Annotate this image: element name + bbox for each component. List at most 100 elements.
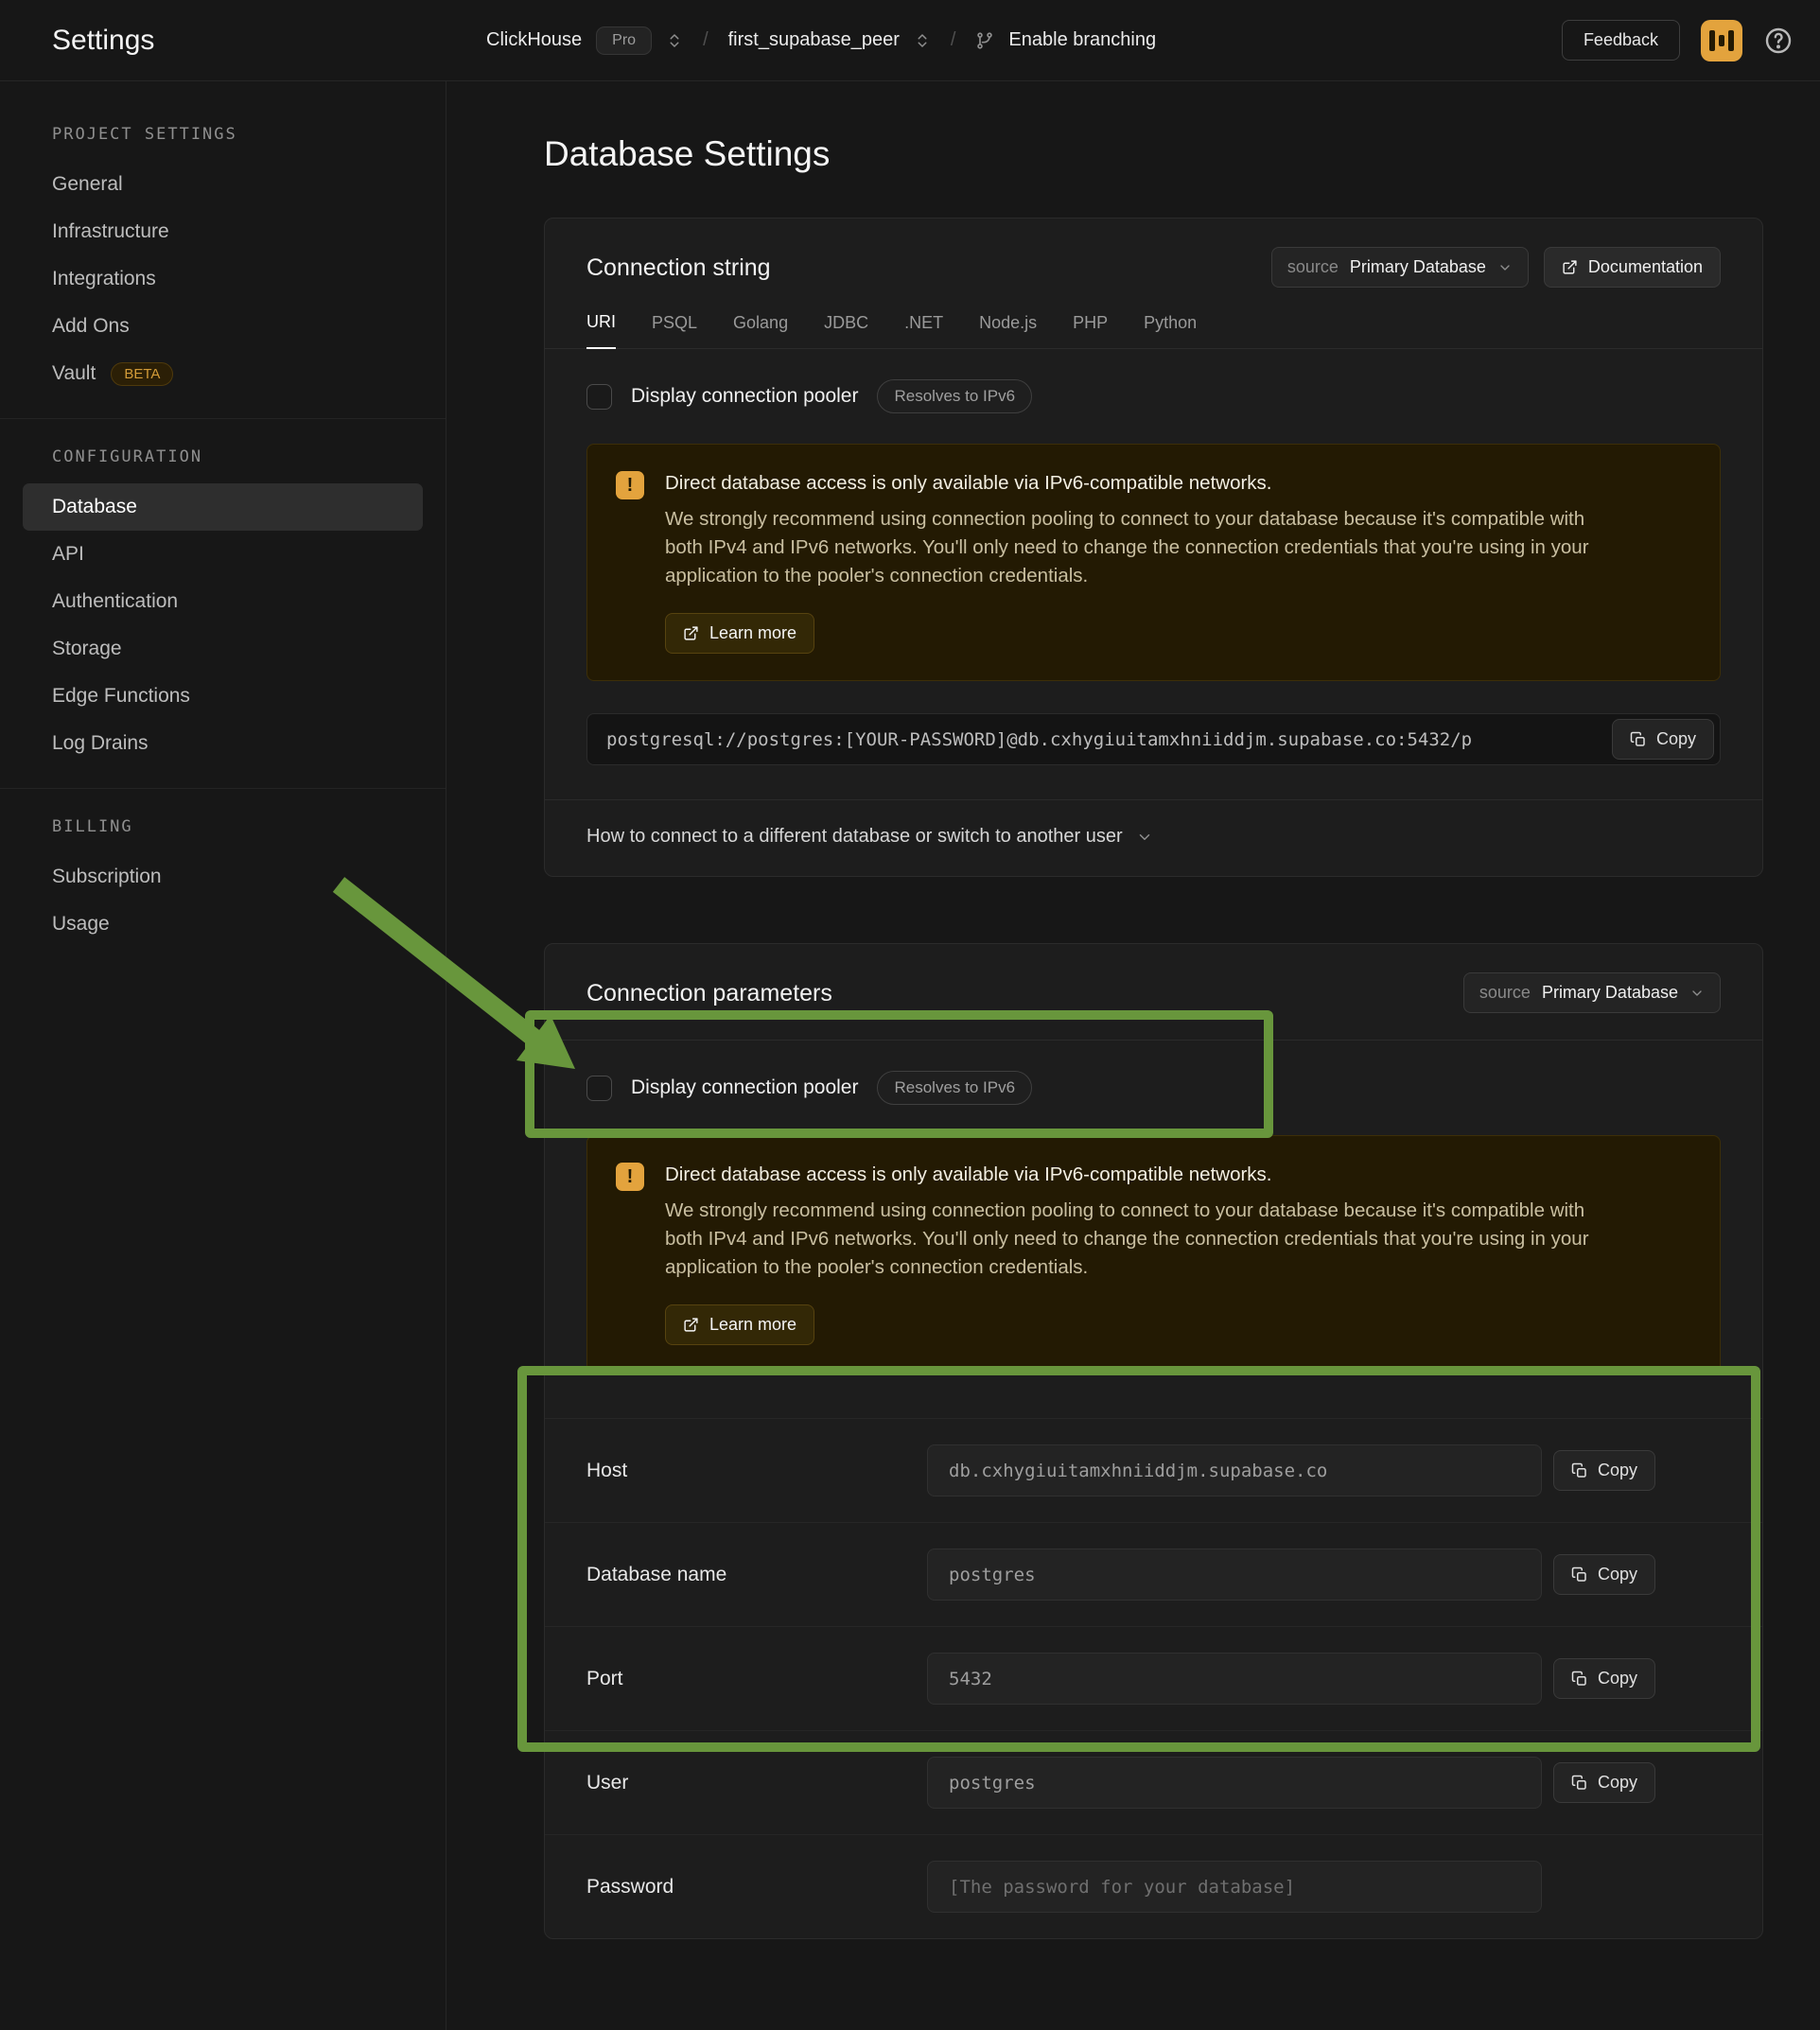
breadcrumb-separator: / — [697, 29, 714, 51]
copy-port-button[interactable]: Copy — [1553, 1658, 1655, 1699]
copy-uri-button[interactable]: Copy — [1612, 719, 1714, 760]
settings-sidebar: PROJECT SETTINGS General Infrastructure … — [0, 81, 446, 2030]
ipv6-notice: ! Direct database access is only availab… — [586, 444, 1721, 681]
page-header-title: Settings — [0, 25, 446, 57]
pooler-checkbox-label: Display connection pooler — [631, 385, 858, 408]
tab-psql[interactable]: PSQL — [652, 312, 697, 348]
copy-icon — [1571, 1775, 1588, 1792]
top-bar: Settings ClickHouse Pro / first_supabase… — [0, 0, 1820, 81]
external-link-icon — [683, 625, 699, 641]
sidebar-item-usage[interactable]: Usage — [23, 901, 423, 948]
user-label: User — [586, 1772, 927, 1794]
chevrons-up-down-icon[interactable] — [914, 32, 931, 49]
sidebar-item-add-ons[interactable]: Add Ons — [23, 303, 423, 350]
source-select[interactable]: source Primary Database — [1271, 247, 1529, 288]
pooler-checkbox-label: Display connection pooler — [631, 1076, 858, 1099]
sidebar-divider — [0, 418, 446, 419]
database-name-label: Database name — [586, 1564, 927, 1586]
sidebar-item-integrations[interactable]: Integrations — [23, 255, 423, 303]
display-connection-pooler-checkbox[interactable] — [586, 1076, 612, 1101]
tab-jdbc[interactable]: JDBC — [824, 312, 868, 348]
tab-dotnet[interactable]: .NET — [904, 312, 943, 348]
external-link-icon — [683, 1317, 699, 1333]
sidebar-item-edge-functions[interactable]: Edge Functions — [23, 673, 423, 720]
notice-body: We strongly recommend using connection p… — [665, 1197, 1611, 1282]
connection-help-expander[interactable]: How to connect to a different database o… — [545, 799, 1762, 876]
chevron-down-icon — [1497, 260, 1513, 275]
user-row: User Copy — [545, 1730, 1762, 1834]
help-icon[interactable] — [1763, 26, 1794, 56]
sidebar-item-vault[interactable]: Vault BETA — [23, 350, 423, 397]
sidebar-item-authentication[interactable]: Authentication — [23, 578, 423, 625]
port-input[interactable] — [927, 1653, 1542, 1705]
documentation-button[interactable]: Documentation — [1544, 247, 1721, 288]
learn-more-button[interactable]: Learn more — [665, 613, 814, 654]
host-input[interactable] — [927, 1444, 1542, 1496]
external-link-icon — [1562, 259, 1578, 275]
resolves-to-ipv6-badge: Resolves to IPv6 — [877, 1071, 1032, 1105]
sidebar-item-general[interactable]: General — [23, 161, 423, 208]
user-input[interactable] — [927, 1757, 1542, 1809]
page-title: Database Settings — [544, 134, 1763, 174]
chevron-down-icon — [1136, 829, 1153, 846]
database-name-input[interactable] — [927, 1549, 1542, 1601]
notice-body: We strongly recommend using connection p… — [665, 505, 1611, 590]
host-row: Host Copy — [545, 1418, 1762, 1522]
beta-badge: BETA — [111, 362, 173, 386]
copy-database-button[interactable]: Copy — [1553, 1554, 1655, 1595]
breadcrumb-project[interactable]: first_supabase_peer — [728, 29, 900, 51]
tab-golang[interactable]: Golang — [733, 312, 788, 348]
feedback-button[interactable]: Feedback — [1562, 20, 1680, 61]
chevron-down-icon — [1689, 986, 1705, 1001]
sidebar-item-subscription[interactable]: Subscription — [23, 853, 423, 901]
password-label: Password — [586, 1876, 927, 1899]
connection-uri-input[interactable] — [586, 713, 1721, 765]
sidebar-section-billing: BILLING — [0, 810, 446, 853]
display-connection-pooler-checkbox[interactable] — [586, 384, 612, 410]
breadcrumb: ClickHouse Pro / first_supabase_peer / E… — [486, 26, 1156, 55]
sidebar-item-log-drains[interactable]: Log Drains — [23, 720, 423, 767]
port-row: Port Copy — [545, 1626, 1762, 1730]
connection-parameters-title: Connection parameters — [586, 978, 832, 1008]
org-avatar[interactable] — [1701, 20, 1742, 61]
alert-icon: ! — [616, 1163, 644, 1191]
ipv6-notice: ! Direct database access is only availab… — [586, 1135, 1721, 1373]
main-content: Database Settings Connection string sour… — [446, 81, 1820, 2030]
sidebar-section-project-settings: PROJECT SETTINGS — [0, 117, 446, 161]
database-name-row: Database name Copy — [545, 1522, 1762, 1626]
copy-host-button[interactable]: Copy — [1553, 1450, 1655, 1491]
enable-branching-button[interactable]: Enable branching — [1008, 29, 1156, 51]
password-row: Password — [545, 1834, 1762, 1938]
connection-string-card: Connection string source Primary Databas… — [544, 218, 1763, 877]
copy-icon — [1571, 1671, 1588, 1688]
connection-parameters-card: Connection parameters source Primary Dat… — [544, 943, 1763, 1939]
org-plan-badge: Pro — [596, 26, 652, 55]
top-bar-actions: Feedback — [1562, 20, 1794, 61]
copy-icon — [1571, 1566, 1588, 1584]
copy-icon — [1630, 731, 1647, 748]
password-input[interactable] — [927, 1861, 1542, 1913]
sidebar-item-storage[interactable]: Storage — [23, 625, 423, 673]
tab-python[interactable]: Python — [1144, 312, 1197, 348]
chevrons-up-down-icon[interactable] — [666, 32, 683, 49]
source-select[interactable]: source Primary Database — [1463, 972, 1721, 1013]
connection-string-title: Connection string — [586, 253, 771, 283]
notice-title: Direct database access is only available… — [665, 471, 1611, 496]
tab-nodejs[interactable]: Node.js — [979, 312, 1037, 348]
resolves-to-ipv6-badge: Resolves to IPv6 — [877, 379, 1032, 413]
port-label: Port — [586, 1668, 927, 1690]
host-label: Host — [586, 1460, 927, 1482]
sidebar-item-infrastructure[interactable]: Infrastructure — [23, 208, 423, 255]
breadcrumb-separator: / — [945, 29, 962, 51]
copy-user-button[interactable]: Copy — [1553, 1762, 1655, 1803]
sidebar-section-configuration: CONFIGURATION — [0, 440, 446, 483]
alert-icon: ! — [616, 471, 644, 499]
sidebar-item-api[interactable]: API — [23, 531, 423, 578]
learn-more-button[interactable]: Learn more — [665, 1304, 814, 1345]
breadcrumb-org[interactable]: ClickHouse — [486, 29, 582, 51]
copy-icon — [1571, 1462, 1588, 1479]
connection-string-tabs: URI PSQL Golang JDBC .NET Node.js PHP Py… — [545, 288, 1762, 349]
tab-uri[interactable]: URI — [586, 312, 616, 349]
sidebar-item-database[interactable]: Database — [23, 483, 423, 531]
tab-php[interactable]: PHP — [1073, 312, 1108, 348]
